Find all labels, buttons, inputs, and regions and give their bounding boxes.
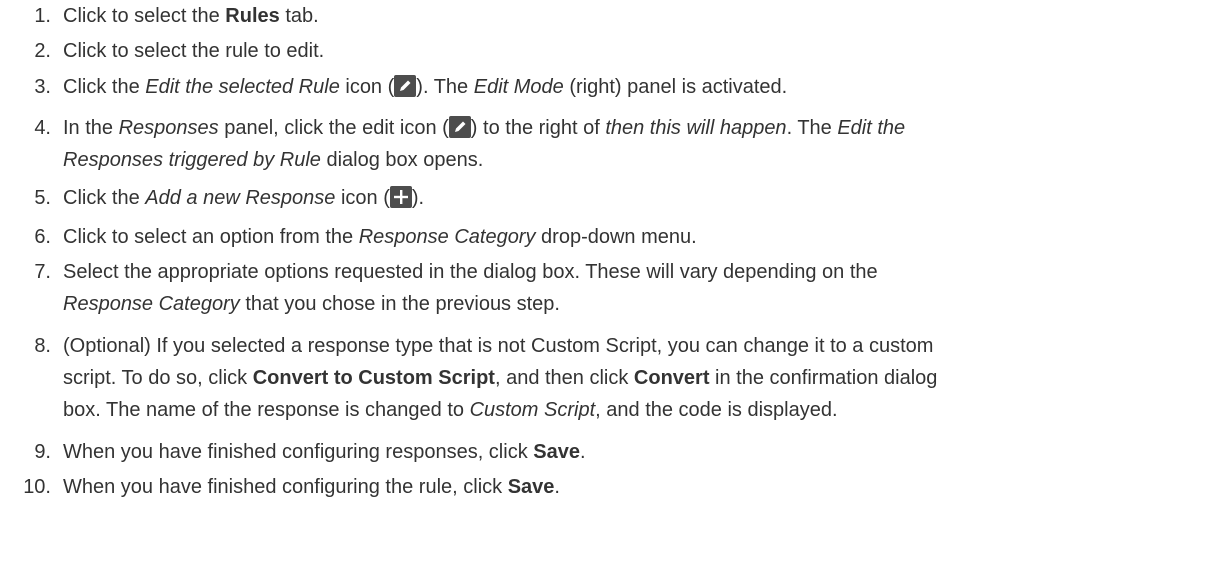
step-text: Click the Add a new Response icon (). [63,186,425,209]
step-text: When you have finished configuring the r… [63,476,560,498]
step-text: Click the Edit the selected Rule icon ()… [63,75,788,98]
step-number: 7. [34,261,51,283]
step-number: 2. [34,40,51,62]
step-number: 6. [34,226,51,248]
step-text: When you have finished configuring respo… [63,441,586,463]
instruction-list: 1. Click to select the Rules tab. 2. Cli… [0,0,1208,564]
step-number: 4. [34,117,51,139]
step-number: 3. [34,76,51,98]
save-label: Save [507,476,555,498]
convert-label: Convert [633,367,710,389]
step-number: 1. [34,5,51,27]
step-text: In the Responses panel, click the edit i… [63,116,906,171]
step-number: 5. [34,187,51,209]
step-text: (Optional) If you selected a response ty… [63,335,938,421]
pencil-icon [448,116,471,138]
convert-to-custom-script-label: Convert to Custom Script [252,367,495,389]
step-text: Click to select the Rules tab. [63,5,319,27]
step-text: Click to select an option from the Respo… [63,226,697,248]
step-text: Click to select the rule to edit. [63,40,325,62]
step-text: Select the appropriate options requested… [63,261,878,315]
step-number: 10. [23,476,51,498]
step-number: 9. [34,441,51,463]
save-label: Save [533,441,580,463]
plus-icon [389,186,412,208]
pencil-icon [394,75,417,97]
step-number: 8. [34,335,51,357]
rules-tab-label: Rules [225,5,280,27]
